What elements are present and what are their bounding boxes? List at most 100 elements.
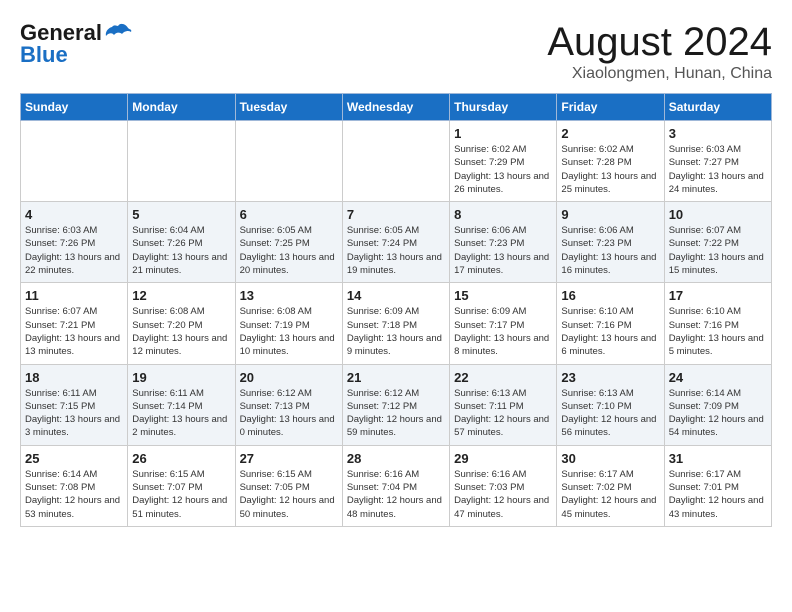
day-info: Sunrise: 6:03 AMSunset: 7:27 PMDaylight:… [669, 143, 767, 196]
logo-text-blue: Blue [20, 42, 68, 68]
day-number: 9 [561, 207, 659, 222]
calendar-cell: 23 Sunrise: 6:13 AMSunset: 7:10 PMDayligh… [557, 364, 664, 445]
day-info: Sunrise: 6:05 AMSunset: 7:25 PMDaylight:… [240, 224, 338, 277]
day-number: 23 [561, 370, 659, 385]
day-number: 27 [240, 451, 338, 466]
day-info: Sunrise: 6:15 AMSunset: 7:05 PMDaylight:… [240, 468, 338, 521]
day-info: Sunrise: 6:13 AMSunset: 7:10 PMDaylight:… [561, 387, 659, 440]
calendar-cell: 7 Sunrise: 6:05 AMSunset: 7:24 PMDaylight… [342, 202, 449, 283]
day-number: 29 [454, 451, 552, 466]
calendar-cell: 6Sunrise: 6:05 AMSunset: 7:25 PMDaylight… [235, 202, 342, 283]
day-number: 21 [347, 370, 445, 385]
page-header: General Blue August 2024 Xiaolongmen, Hu… [20, 20, 772, 83]
day-info: Sunrise: 6:05 AMSunset: 7:24 PMDaylight:… [347, 224, 445, 277]
day-info: Sunrise: 6:02 AMSunset: 7:29 PMDaylight:… [454, 143, 552, 196]
day-info: Sunrise: 6:10 AMSunset: 7:16 PMDaylight:… [669, 305, 767, 358]
day-info: Sunrise: 6:09 AMSunset: 7:18 PMDaylight:… [347, 305, 445, 358]
day-info: Sunrise: 6:11 AMSunset: 7:14 PMDaylight:… [132, 387, 230, 440]
calendar-table: SundayMondayTuesdayWednesdayThursdayFrid… [20, 93, 772, 527]
calendar-cell: 17 Sunrise: 6:10 AMSunset: 7:16 PMDayligh… [664, 283, 771, 364]
calendar-cell: 15Sunrise: 6:09 AMSunset: 7:17 PMDayligh… [450, 283, 557, 364]
header-wednesday: Wednesday [342, 94, 449, 121]
day-number: 4 [25, 207, 123, 222]
day-number: 10 [669, 207, 767, 222]
calendar-cell: 8 Sunrise: 6:06 AMSunset: 7:23 PMDaylight… [450, 202, 557, 283]
day-number: 31 [669, 451, 767, 466]
week-row-5: 25 Sunrise: 6:14 AMSunset: 7:08 PMDayligh… [21, 445, 772, 526]
calendar-cell: 4 Sunrise: 6:03 AMSunset: 7:26 PMDaylight… [21, 202, 128, 283]
calendar-cell: 9 Sunrise: 6:06 AMSunset: 7:23 PMDaylight… [557, 202, 664, 283]
day-info: Sunrise: 6:06 AMSunset: 7:23 PMDaylight:… [561, 224, 659, 277]
calendar-cell: 1 Sunrise: 6:02 AMSunset: 7:29 PMDaylight… [450, 121, 557, 202]
day-number: 25 [25, 451, 123, 466]
day-info: Sunrise: 6:02 AMSunset: 7:28 PMDaylight:… [561, 143, 659, 196]
calendar-cell: 27 Sunrise: 6:15 AMSunset: 7:05 PMDayligh… [235, 445, 342, 526]
day-info: Sunrise: 6:12 AMSunset: 7:12 PMDaylight:… [347, 387, 445, 440]
header-sunday: Sunday [21, 94, 128, 121]
calendar-cell: 26 Sunrise: 6:15 AMSunset: 7:07 PMDayligh… [128, 445, 235, 526]
header-saturday: Saturday [664, 94, 771, 121]
day-number: 8 [454, 207, 552, 222]
calendar-cell [235, 121, 342, 202]
calendar-cell: 3Sunrise: 6:03 AMSunset: 7:27 PMDaylight… [664, 121, 771, 202]
day-number: 26 [132, 451, 230, 466]
calendar-cell: 18Sunrise: 6:11 AMSunset: 7:15 PMDayligh… [21, 364, 128, 445]
calendar-cell: 11 Sunrise: 6:07 AMSunset: 7:21 PMDayligh… [21, 283, 128, 364]
day-info: Sunrise: 6:13 AMSunset: 7:11 PMDaylight:… [454, 387, 552, 440]
day-info: Sunrise: 6:14 AMSunset: 7:08 PMDaylight:… [25, 468, 123, 521]
day-number: 30 [561, 451, 659, 466]
header-tuesday: Tuesday [235, 94, 342, 121]
calendar-cell: 21 Sunrise: 6:12 AMSunset: 7:12 PMDayligh… [342, 364, 449, 445]
calendar-cell: 25 Sunrise: 6:14 AMSunset: 7:08 PMDayligh… [21, 445, 128, 526]
week-row-4: 18Sunrise: 6:11 AMSunset: 7:15 PMDayligh… [21, 364, 772, 445]
header-friday: Friday [557, 94, 664, 121]
day-info: Sunrise: 6:10 AMSunset: 7:16 PMDaylight:… [561, 305, 659, 358]
header-monday: Monday [128, 94, 235, 121]
calendar-cell [128, 121, 235, 202]
logo: General Blue [20, 20, 132, 68]
day-info: Sunrise: 6:17 AMSunset: 7:01 PMDaylight:… [669, 468, 767, 521]
day-number: 12 [132, 288, 230, 303]
day-info: Sunrise: 6:08 AMSunset: 7:20 PMDaylight:… [132, 305, 230, 358]
day-info: Sunrise: 6:08 AMSunset: 7:19 PMDaylight:… [240, 305, 338, 358]
calendar-cell [342, 121, 449, 202]
calendar-cell: 28 Sunrise: 6:16 AMSunset: 7:04 PMDayligh… [342, 445, 449, 526]
day-info: Sunrise: 6:16 AMSunset: 7:03 PMDaylight:… [454, 468, 552, 521]
day-info: Sunrise: 6:16 AMSunset: 7:04 PMDaylight:… [347, 468, 445, 521]
calendar-cell [21, 121, 128, 202]
calendar-cell: 16 Sunrise: 6:10 AMSunset: 7:16 PMDayligh… [557, 283, 664, 364]
day-number: 11 [25, 288, 123, 303]
calendar-cell: 30 Sunrise: 6:17 AMSunset: 7:02 PMDayligh… [557, 445, 664, 526]
logo-bird-icon [104, 22, 132, 44]
day-number: 15 [454, 288, 552, 303]
day-info: Sunrise: 6:15 AMSunset: 7:07 PMDaylight:… [132, 468, 230, 521]
day-info: Sunrise: 6:03 AMSunset: 7:26 PMDaylight:… [25, 224, 123, 277]
calendar-cell: 2Sunrise: 6:02 AMSunset: 7:28 PMDaylight… [557, 121, 664, 202]
calendar-cell: 12 Sunrise: 6:08 AMSunset: 7:20 PMDayligh… [128, 283, 235, 364]
day-number: 7 [347, 207, 445, 222]
day-info: Sunrise: 6:07 AMSunset: 7:21 PMDaylight:… [25, 305, 123, 358]
week-row-1: 1 Sunrise: 6:02 AMSunset: 7:29 PMDaylight… [21, 121, 772, 202]
day-number: 28 [347, 451, 445, 466]
day-number: 17 [669, 288, 767, 303]
day-number: 1 [454, 126, 552, 141]
calendar-body: 1 Sunrise: 6:02 AMSunset: 7:29 PMDaylight… [21, 121, 772, 527]
day-number: 24 [669, 370, 767, 385]
calendar-header: SundayMondayTuesdayWednesdayThursdayFrid… [21, 94, 772, 121]
week-row-3: 11 Sunrise: 6:07 AMSunset: 7:21 PMDayligh… [21, 283, 772, 364]
day-info: Sunrise: 6:07 AMSunset: 7:22 PMDaylight:… [669, 224, 767, 277]
day-info: Sunrise: 6:17 AMSunset: 7:02 PMDaylight:… [561, 468, 659, 521]
day-number: 16 [561, 288, 659, 303]
calendar-cell: 13Sunrise: 6:08 AMSunset: 7:19 PMDayligh… [235, 283, 342, 364]
main-title: August 2024 [547, 20, 772, 65]
day-number: 18 [25, 370, 123, 385]
calendar-cell: 22Sunrise: 6:13 AMSunset: 7:11 PMDayligh… [450, 364, 557, 445]
week-row-2: 4 Sunrise: 6:03 AMSunset: 7:26 PMDaylight… [21, 202, 772, 283]
day-info: Sunrise: 6:06 AMSunset: 7:23 PMDaylight:… [454, 224, 552, 277]
calendar-cell: 24Sunrise: 6:14 AMSunset: 7:09 PMDayligh… [664, 364, 771, 445]
calendar-cell: 10 Sunrise: 6:07 AMSunset: 7:22 PMDayligh… [664, 202, 771, 283]
calendar-cell: 5Sunrise: 6:04 AMSunset: 7:26 PMDaylight… [128, 202, 235, 283]
sub-title: Xiaolongmen, Hunan, China [547, 65, 772, 83]
calendar-cell: 20Sunrise: 6:12 AMSunset: 7:13 PMDayligh… [235, 364, 342, 445]
calendar-cell: 29 Sunrise: 6:16 AMSunset: 7:03 PMDayligh… [450, 445, 557, 526]
